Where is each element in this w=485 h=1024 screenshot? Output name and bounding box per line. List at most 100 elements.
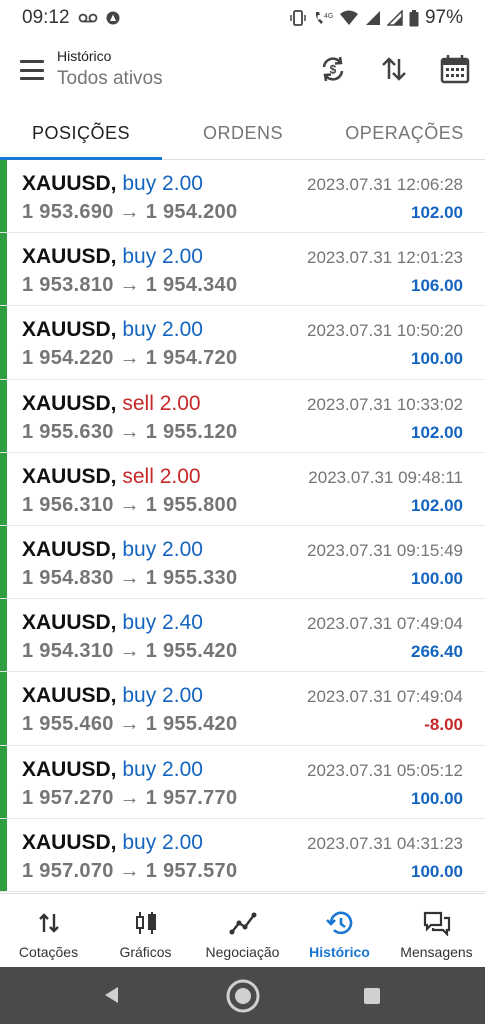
status-bar: 09:12 4G 97% — [0, 0, 485, 36]
price-range: 1 954.310 → 1 955.420 — [22, 640, 237, 663]
position-row[interactable]: XAUUSD, buy 2.00 1 954.830 → 1 955.330 202… — [0, 526, 485, 600]
price-range: 1 953.690 → 1 954.200 — [22, 201, 237, 224]
arrow-icon: → — [119, 567, 140, 589]
position-symbol: XAUUSD, buy 2.00 — [22, 245, 203, 269]
svg-text:4G: 4G — [324, 13, 333, 20]
position-row[interactable]: XAUUSD, buy 2.00 1 955.460 → 1 955.420 202… — [0, 672, 485, 746]
price-range: 1 957.270 → 1 957.770 — [22, 787, 237, 810]
arrow-icon: → — [119, 274, 140, 297]
position-symbol: XAUUSD, buy 2.00 — [22, 172, 203, 196]
trade-direction-volume: buy 2.00 — [122, 684, 203, 708]
position-profit: 100.00 — [411, 788, 463, 808]
trade-direction-volume: buy 2.00 — [122, 538, 203, 561]
bottom-navigation: Cotações Gráficos Negociação Histórico M… — [0, 893, 485, 967]
app-bar: Histórico Todos ativos $ — [0, 36, 485, 108]
price-range: 1 955.460 → 1 955.420 — [22, 713, 237, 736]
price-range: 1 957.070 → 1 957.570 — [22, 860, 237, 883]
tab-orders[interactable]: ORDENS — [162, 108, 324, 159]
trade-direction-volume: buy 2.00 — [122, 245, 203, 269]
position-time: 2023.07.31 09:48:11 — [308, 467, 463, 487]
arrow-icon: → — [119, 201, 140, 223]
arrow-icon: → — [119, 420, 140, 443]
position-symbol: XAUUSD, buy 2.00 — [22, 831, 203, 855]
position-profit: 102.00 — [411, 495, 463, 515]
trade-icon — [229, 912, 256, 935]
tab-deals[interactable]: OPERAÇÕES — [324, 108, 485, 159]
close-price: 1 955.420 — [145, 640, 238, 663]
open-price: 1 954.310 — [22, 640, 114, 663]
nav-history[interactable]: Histórico — [291, 894, 388, 967]
sort-icon[interactable] — [379, 54, 409, 84]
nav-quotes[interactable]: Cotações — [0, 894, 97, 967]
tab-positions[interactable]: POSIÇÕES — [0, 108, 162, 160]
battery-percent: 97% — [424, 7, 463, 28]
price-range: 1 956.310 → 1 955.800 — [22, 494, 237, 517]
position-row[interactable]: XAUUSD, sell 2.00 1 956.310 → 1 955.800 20… — [0, 453, 485, 526]
nav-messages[interactable]: Mensagens — [388, 894, 485, 967]
history-icon — [325, 911, 352, 935]
position-row[interactable]: XAUUSD, buy 2.00 1 957.270 → 1 957.770 202… — [0, 746, 485, 819]
position-time: 2023.07.31 12:01:23 — [307, 248, 463, 268]
price-range: 1 954.830 → 1 955.330 — [22, 567, 237, 590]
position-symbol: XAUUSD, sell 2.00 — [22, 392, 201, 416]
position-row[interactable]: XAUUSD, buy 2.40 1 954.310 → 1 955.420 202… — [0, 599, 485, 673]
position-row[interactable]: XAUUSD, buy 2.00 1 953.810 → 1 954.340 202… — [0, 233, 485, 307]
position-time: 2023.07.31 12:06:28 — [307, 175, 463, 194]
position-profit: 100.00 — [411, 349, 463, 369]
position-profit: 100.00 — [411, 861, 463, 881]
history-tabs: POSIÇÕES ORDENS OPERAÇÕES — [0, 108, 485, 160]
volte-icon: 4G — [315, 12, 333, 24]
back-icon[interactable] — [102, 985, 122, 1005]
recents-icon[interactable] — [363, 987, 381, 1005]
nav-trade-label: Negociação — [205, 944, 280, 960]
home-icon[interactable] — [226, 979, 260, 1013]
menu-icon[interactable] — [20, 60, 44, 80]
position-time: 2023.07.31 09:15:49 — [307, 541, 463, 560]
trade-direction-volume: buy 2.00 — [122, 830, 203, 854]
symbol-name: XAUUSD, — [22, 538, 117, 561]
symbol-name: XAUUSD, — [22, 172, 117, 195]
open-price: 1 956.310 — [22, 493, 114, 516]
position-symbol: XAUUSD, buy 2.00 — [22, 684, 203, 708]
close-price: 1 955.120 — [145, 420, 238, 443]
app-bar-titles[interactable]: Histórico Todos ativos — [57, 48, 163, 90]
nav-charts[interactable]: Gráficos — [97, 894, 194, 967]
system-navigation-bar — [0, 967, 485, 1024]
nav-quotes-label: Cotações — [18, 944, 79, 960]
close-price: 1 954.720 — [145, 347, 238, 370]
trade-direction-volume: buy 2.40 — [122, 611, 203, 635]
position-profit: 102.00 — [411, 203, 463, 222]
position-row[interactable]: XAUUSD, sell 2.00 1 955.630 → 1 955.120 20… — [0, 380, 485, 453]
open-price: 1 953.810 — [22, 274, 114, 297]
position-row[interactable]: XAUUSD, buy 2.00 1 953.690 → 1 954.200 202… — [0, 160, 485, 234]
charts-icon — [135, 912, 156, 934]
battery-icon — [409, 9, 419, 26]
position-row[interactable]: XAUUSD, buy 2.00 1 954.220 → 1 954.720 202… — [0, 306, 485, 380]
trade-direction-volume: sell 2.00 — [122, 464, 201, 488]
calendar-icon[interactable] — [440, 54, 470, 84]
vibrate-icon — [290, 10, 306, 26]
sync-currency-icon[interactable]: $ — [318, 54, 348, 84]
open-price: 1 954.220 — [22, 347, 114, 370]
positions-list[interactable]: XAUUSD, buy 2.00 1 953.690 → 1 954.200 202… — [0, 160, 485, 893]
arrow-icon: → — [119, 713, 140, 736]
position-symbol: XAUUSD, buy 2.00 — [22, 318, 203, 342]
wifi-icon — [339, 10, 358, 25]
nav-charts-label: Gráficos — [119, 944, 172, 960]
arrow-icon: → — [119, 347, 140, 370]
position-symbol: XAUUSD, buy 2.00 — [22, 538, 203, 562]
position-symbol: XAUUSD, buy 2.40 — [22, 611, 203, 635]
nav-trade[interactable]: Negociação — [194, 894, 291, 967]
symbol-name: XAUUSD, — [22, 391, 117, 415]
trade-direction-volume: sell 2.00 — [122, 391, 201, 415]
trade-direction-volume: buy 2.00 — [122, 318, 203, 342]
symbol-name: XAUUSD, — [22, 830, 117, 854]
open-price: 1 953.690 — [22, 201, 114, 223]
position-row[interactable]: XAUUSD, buy 2.00 1 957.070 → 1 957.570 202… — [0, 819, 485, 892]
position-time: 2023.07.31 05:05:12 — [307, 760, 463, 780]
page-title: Histórico — [57, 48, 112, 64]
position-profit: 106.00 — [411, 276, 463, 296]
quotes-icon — [38, 913, 59, 933]
close-price: 1 954.200 — [145, 201, 238, 223]
open-price: 1 954.830 — [22, 567, 114, 589]
